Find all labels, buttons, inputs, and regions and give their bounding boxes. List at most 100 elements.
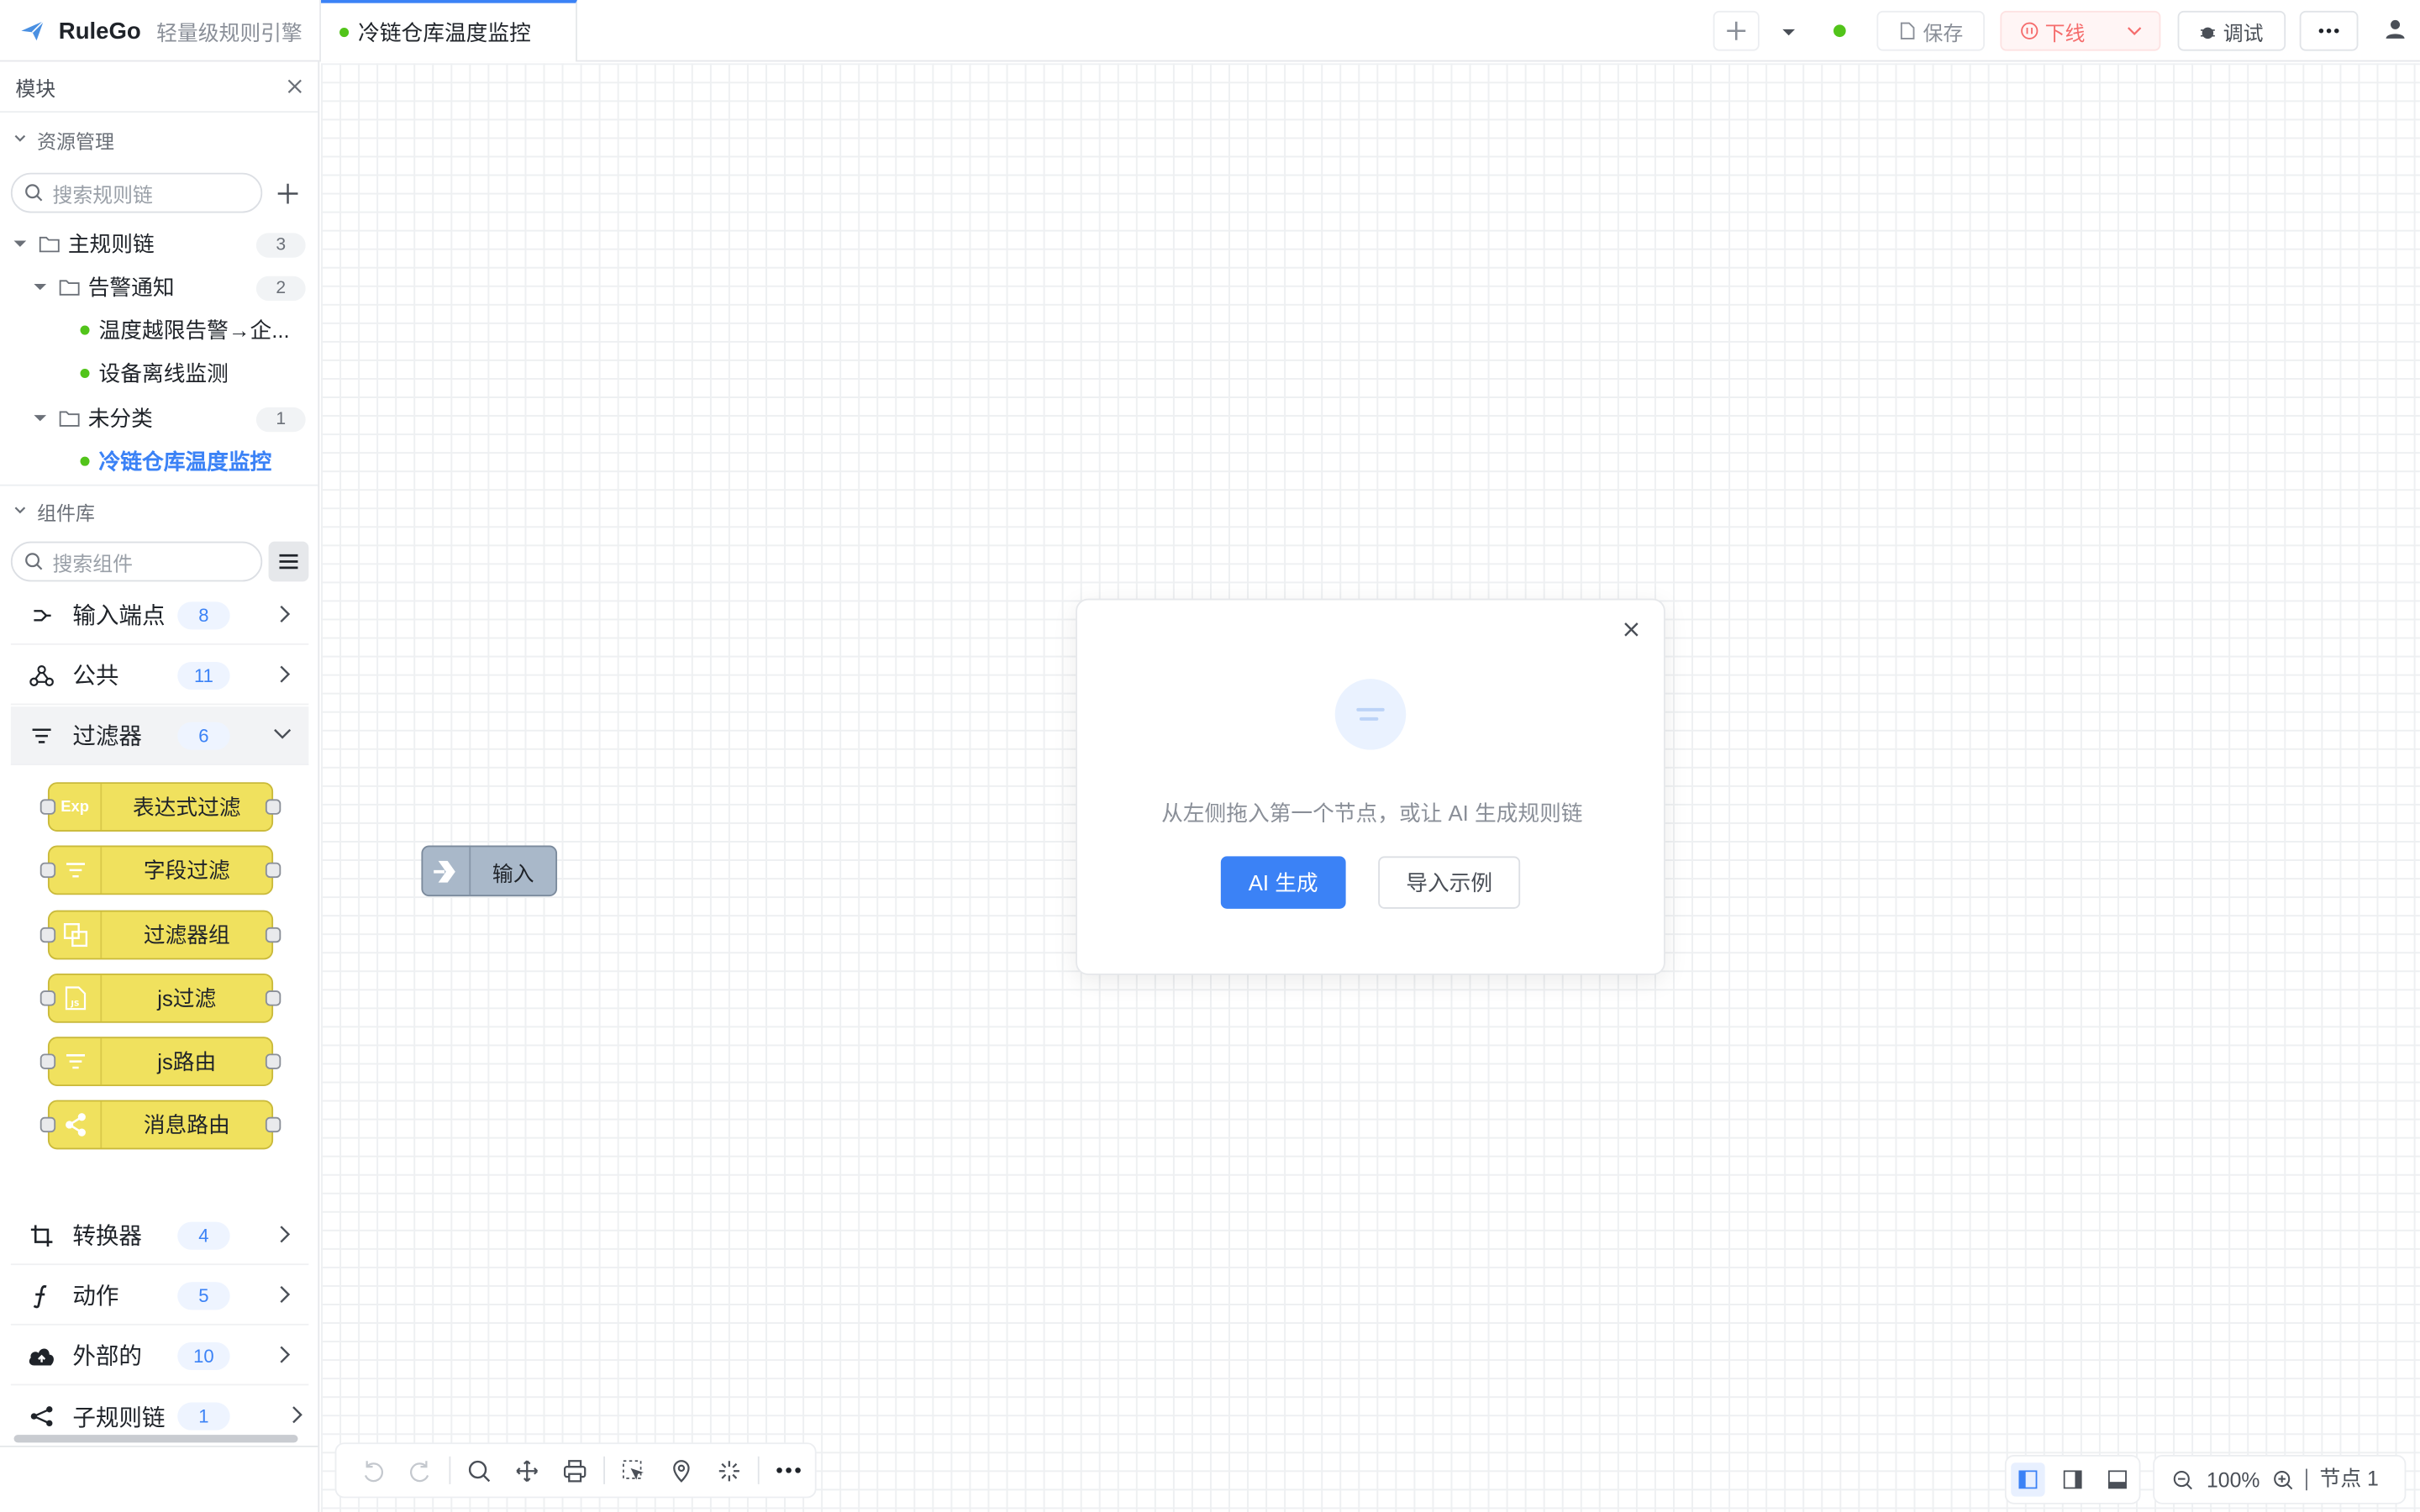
- pan-button[interactable]: [503, 1447, 551, 1494]
- chevron-right-icon: [280, 1285, 291, 1304]
- layout-left-panel-button[interactable]: [2011, 1462, 2046, 1497]
- chevron-right-icon: [280, 1226, 291, 1243]
- save-button[interactable]: 保存: [1876, 10, 1985, 51]
- tree-item-coldchain[interactable]: 冷链仓库温度监控: [0, 439, 318, 482]
- component-filter-group[interactable]: 过滤器组: [39, 910, 281, 960]
- close-icon[interactable]: [1623, 622, 1639, 637]
- caret-down-icon: [13, 240, 27, 247]
- category-label: 子规则链: [72, 1404, 166, 1431]
- sidebar-title: 模块: [15, 76, 56, 100]
- category-external[interactable]: 外部的 10: [10, 1326, 309, 1386]
- input-port[interactable]: [39, 1116, 56, 1133]
- tree-item-temp-alert[interactable]: 温度越限告警→企...: [0, 308, 318, 351]
- list-view-button[interactable]: [268, 541, 309, 582]
- sidebar-header: 模块: [0, 61, 318, 113]
- sidebar-scrollbar[interactable]: [13, 1435, 298, 1443]
- input-port[interactable]: [39, 1053, 56, 1069]
- input-port[interactable]: [39, 799, 56, 815]
- filter-icon: [66, 863, 85, 878]
- component-section-header[interactable]: 组件库: [0, 485, 95, 537]
- search-node-button[interactable]: [455, 1447, 503, 1494]
- component-label: 过滤器组: [143, 922, 230, 948]
- category-count-badge: 1: [177, 1402, 230, 1431]
- input-endpoint-icon: [34, 609, 51, 621]
- panel-bottom-icon: [2107, 1470, 2127, 1489]
- input-port[interactable]: [39, 927, 56, 943]
- brand: RuleGo 轻量级规则引擎: [18, 0, 319, 61]
- print-button[interactable]: [551, 1447, 599, 1494]
- component-message-router[interactable]: 消息路由: [39, 1100, 281, 1150]
- category-label: 转换器: [72, 1223, 143, 1250]
- category-input-endpoints[interactable]: 输入端点 8: [10, 585, 309, 645]
- component-js-filter[interactable]: JS js过滤: [39, 973, 281, 1023]
- output-port[interactable]: [265, 1053, 281, 1069]
- node-label: 输入: [492, 861, 534, 885]
- tree-folder-alerts[interactable]: 告警通知 2: [0, 265, 318, 308]
- redo-button[interactable]: [397, 1447, 445, 1494]
- chevron-right-icon: [280, 1346, 291, 1363]
- toolbar-more-button[interactable]: [764, 1447, 812, 1494]
- component-expression-filter[interactable]: Exp 表达式过滤: [39, 782, 281, 832]
- locate-button[interactable]: [657, 1447, 705, 1494]
- node-count: 节点 1: [2306, 1468, 2379, 1491]
- layout-right-panel-button[interactable]: [2055, 1462, 2089, 1496]
- zoom-in-icon[interactable]: [2273, 1469, 2293, 1489]
- panel-left-icon: [2019, 1470, 2039, 1489]
- component-search-input[interactable]: 搜索组件: [10, 541, 263, 582]
- input-node[interactable]: 输入: [421, 845, 558, 897]
- status-dot: [80, 456, 90, 466]
- category-action[interactable]: 动作 5: [10, 1266, 309, 1326]
- move-icon: [516, 1459, 539, 1482]
- category-count-badge: 6: [177, 721, 230, 749]
- add-rulechain-icon[interactable]: [277, 183, 298, 204]
- more-button[interactable]: [2299, 10, 2359, 51]
- debug-button[interactable]: 调试: [2177, 10, 2286, 51]
- chevron-right-icon: [280, 605, 291, 623]
- user-icon[interactable]: [2385, 18, 2407, 48]
- tree-item-device-offline[interactable]: 设备离线监测: [0, 352, 318, 395]
- zoom-out-icon[interactable]: [2173, 1469, 2193, 1489]
- auto-layout-button[interactable]: [705, 1447, 753, 1494]
- tab-rulechain[interactable]: 冷链仓库温度监控: [321, 0, 577, 62]
- category-common[interactable]: 公共 11: [10, 646, 309, 706]
- close-icon[interactable]: [287, 79, 302, 94]
- component-js-router[interactable]: js路由: [39, 1037, 281, 1087]
- resource-section-header[interactable]: 资源管理: [0, 113, 318, 165]
- ai-generate-button[interactable]: AI 生成: [1220, 856, 1346, 909]
- add-button[interactable]: [1712, 10, 1760, 51]
- flow-branch-icon: [30, 1406, 53, 1427]
- layout-bottom-panel-button[interactable]: [2100, 1462, 2133, 1496]
- status-dot: [80, 368, 90, 378]
- rulechain-search-input[interactable]: 搜索规则链: [10, 172, 263, 213]
- tree-folder-main[interactable]: 主规则链 3: [0, 222, 318, 265]
- output-port[interactable]: [265, 1116, 281, 1133]
- output-port[interactable]: [265, 862, 281, 879]
- search-icon: [25, 553, 43, 570]
- input-port[interactable]: [39, 862, 56, 879]
- output-port[interactable]: [265, 990, 281, 1006]
- app-subtitle: 轻量级规则引擎: [156, 21, 302, 45]
- input-port[interactable]: [39, 990, 56, 1006]
- tree-folder-uncategorized[interactable]: 未分类 1: [0, 396, 318, 439]
- category-label: 公共: [72, 663, 119, 690]
- function-icon: [33, 1284, 47, 1308]
- category-filter[interactable]: 过滤器 6: [10, 706, 309, 766]
- component-field-filter[interactable]: 字段过滤: [39, 845, 281, 895]
- empty-state-message: 从左侧拖入第一个节点，或让 AI 生成规则链: [1161, 801, 1583, 826]
- chevron-down-icon: [14, 134, 26, 142]
- undo-button[interactable]: [349, 1447, 397, 1494]
- select-button[interactable]: [609, 1447, 657, 1494]
- dropdown-caret-icon[interactable]: [1780, 22, 1798, 50]
- output-port[interactable]: [265, 799, 281, 815]
- chevron-down-icon: [2128, 27, 2142, 35]
- offline-button[interactable]: 下线: [2000, 10, 2161, 51]
- rule-canvas[interactable]: 输入 从左侧拖入第一个节点，或让 AI 生成规则链 AI 生成 导入示例: [321, 63, 2420, 1512]
- share-icon: [65, 1113, 86, 1137]
- filter-icon: [66, 1054, 85, 1069]
- tree-count-badge: 1: [255, 407, 306, 433]
- category-transformer[interactable]: 转换器 4: [10, 1206, 309, 1266]
- import-example-button[interactable]: 导入示例: [1378, 856, 1521, 909]
- offline-label: 下线: [2044, 20, 2086, 45]
- output-port[interactable]: [265, 927, 281, 943]
- folder-icon: [59, 411, 80, 427]
